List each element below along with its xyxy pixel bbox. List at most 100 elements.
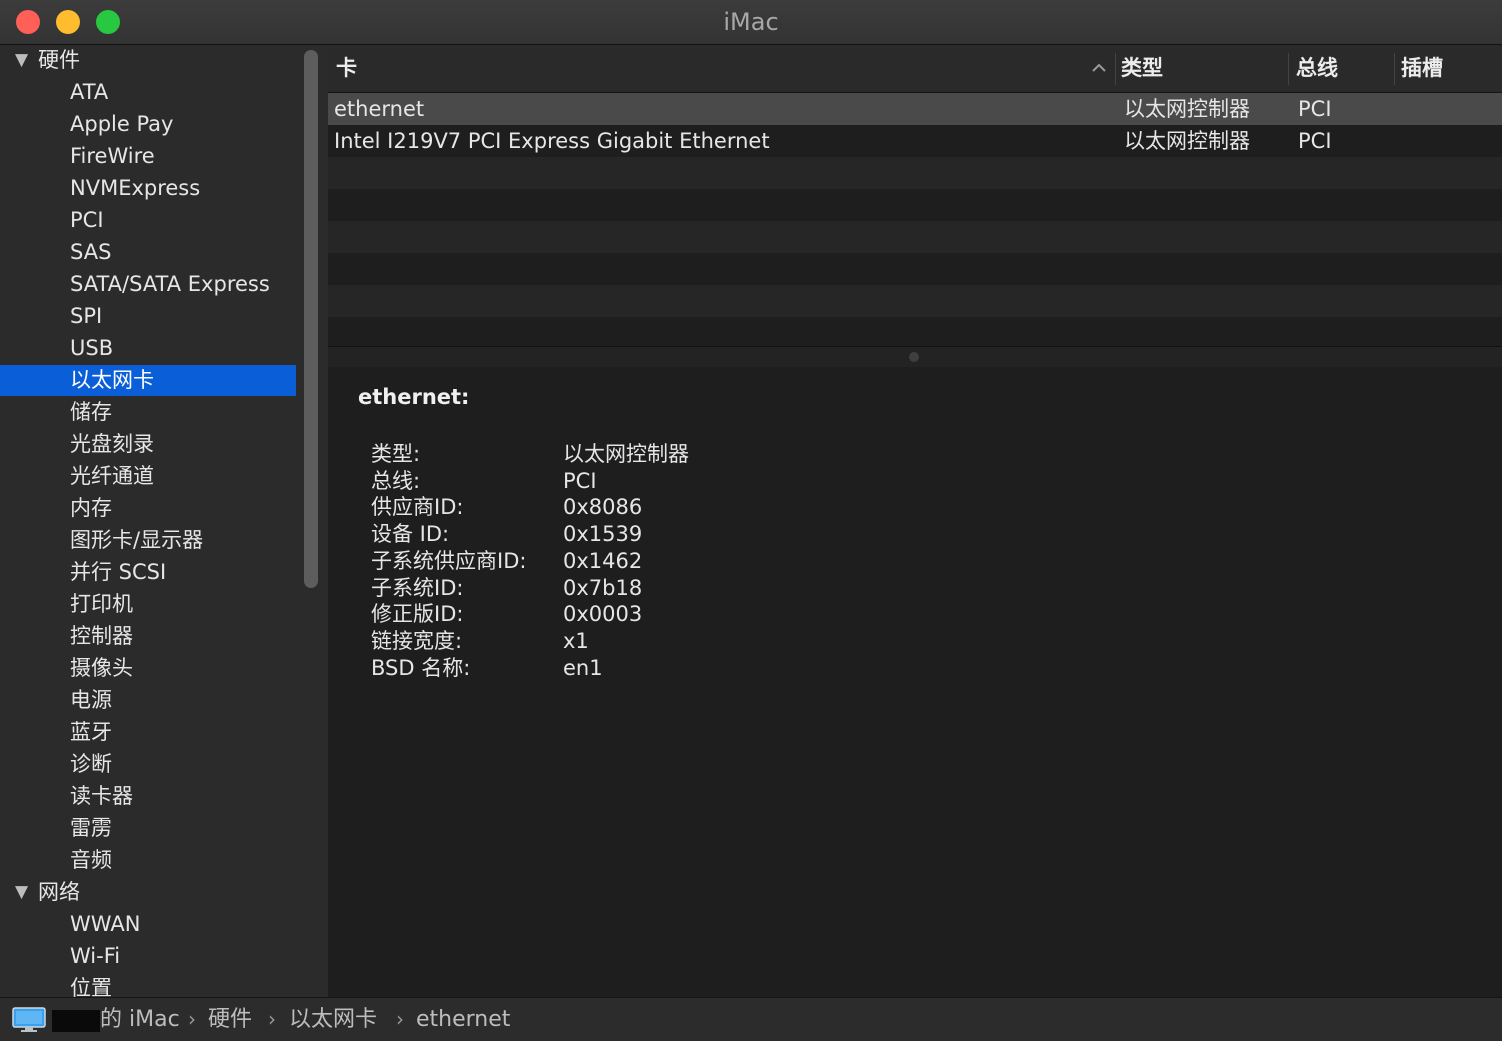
sidebar-item-label: USB <box>70 336 114 360</box>
table-header: 卡 类型 总线 插槽 <box>328 45 1502 93</box>
sidebar-item[interactable]: 光纤通道 <box>0 461 296 492</box>
split-handle-icon[interactable] <box>909 352 919 362</box>
sidebar-item[interactable]: NVMExpress <box>0 173 296 204</box>
sidebar-item[interactable]: Apple Pay <box>0 109 296 140</box>
sidebar-item[interactable]: 以太网卡 <box>0 365 296 396</box>
sidebar-item-label: 雷雳 <box>70 816 112 840</box>
sidebar-item[interactable]: 并行 SCSI <box>0 557 296 588</box>
sidebar-item[interactable]: SPI <box>0 301 296 332</box>
sidebar-item[interactable]: 储存 <box>0 397 296 428</box>
sidebar-item-label: 图形卡/显示器 <box>70 528 204 552</box>
path-item[interactable]: 以太网卡 <box>289 998 377 1041</box>
sidebar-section-label: 网络 <box>38 880 80 904</box>
sidebar-item[interactable]: ATA <box>0 77 296 108</box>
disclosure-triangle-icon[interactable]: ▼ <box>15 45 28 76</box>
sidebar-item[interactable]: 电源 <box>0 685 296 716</box>
table-row[interactable]: ethernet 以太网控制器 PCI <box>328 93 1502 125</box>
sidebar-item-label: 位置 <box>70 976 112 997</box>
cell-type: 以太网控制器 <box>1124 97 1250 121</box>
empty-row <box>328 253 1502 285</box>
path-item[interactable]: ethernet <box>416 998 510 1041</box>
empty-row <box>328 317 1502 347</box>
detail-value: 0x0003 <box>563 602 643 627</box>
sidebar-item-label: 以太网卡 <box>70 368 154 392</box>
sidebar-item-label: PCI <box>70 208 104 232</box>
sidebar-item[interactable]: Wi-Fi <box>0 941 296 972</box>
sidebar-item-label: Apple Pay <box>70 112 174 136</box>
detail-value: 0x1539 <box>563 522 643 547</box>
empty-row <box>328 157 1502 189</box>
sidebar-item-label: 并行 SCSI <box>70 560 167 584</box>
detail-key: 总线: <box>371 468 421 493</box>
sidebar-item-label: 诊断 <box>70 752 112 776</box>
sidebar-item-label: 储存 <box>70 400 112 424</box>
sidebar: ▼ 硬件 ATA Apple Pay FireWire NVMExpress PCI SAS S… <box>0 45 296 997</box>
sidebar-item[interactable]: 摄像头 <box>0 653 296 684</box>
sidebar-item-label: SATA/SATA Express <box>70 272 270 296</box>
path-item[interactable]: 硬件 <box>208 998 252 1041</box>
sidebar-item-label: Wi-Fi <box>70 944 121 968</box>
sidebar-item-label: SAS <box>70 240 112 264</box>
empty-row <box>328 221 1502 253</box>
sidebar-item[interactable]: WWAN <box>0 909 296 940</box>
sidebar-item[interactable]: 图形卡/显示器 <box>0 525 296 556</box>
sidebar-item[interactable]: 读卡器 <box>0 781 296 812</box>
detail-key: BSD 名称: <box>371 655 471 680</box>
sidebar-section-1[interactable]: ▼ 网络 <box>0 877 296 908</box>
sidebar-item[interactable]: 诊断 <box>0 749 296 780</box>
sidebar-item[interactable]: 雷雳 <box>0 813 296 844</box>
path-item[interactable]: 的 iMac <box>100 998 180 1041</box>
sidebar-item[interactable]: SAS <box>0 237 296 268</box>
sidebar-item-label: 蓝牙 <box>70 720 112 744</box>
detail-key: 设备 ID: <box>371 522 450 547</box>
sidebar-item-label: 读卡器 <box>70 784 133 808</box>
sort-ascending-icon[interactable] <box>1090 59 1108 77</box>
sidebar-item-label: 音频 <box>70 848 112 872</box>
sidebar-item[interactable]: FireWire <box>0 141 296 172</box>
column-header-slot[interactable]: 插槽 <box>1401 45 1443 92</box>
sidebar-item[interactable]: USB <box>0 333 296 364</box>
detail-value: 以太网控制器 <box>563 442 689 466</box>
sidebar-item[interactable]: 蓝牙 <box>0 717 296 748</box>
path-separator-icon: › <box>268 1007 276 1031</box>
table-row[interactable]: Intel I219V7 PCI Express Gigabit Etherne… <box>328 125 1502 157</box>
split-divider[interactable] <box>328 346 1502 368</box>
device-table: 卡 类型 总线 插槽 ethernet 以太网控制器 PCI Intel I219V7… <box>328 45 1502 347</box>
cell-card: Intel I219V7 PCI Express Gigabit Etherne… <box>334 129 770 153</box>
detail-value: x1 <box>563 628 589 653</box>
sidebar-scroll-thumb[interactable] <box>304 50 318 588</box>
sidebar-item-label: 打印机 <box>70 592 133 616</box>
column-header-bus[interactable]: 总线 <box>1296 45 1338 92</box>
sidebar-item[interactable]: 打印机 <box>0 589 296 620</box>
sidebar-item[interactable]: 音频 <box>0 845 296 876</box>
sidebar-item[interactable]: SATA/SATA Express <box>0 269 296 300</box>
detail-value: 0x8086 <box>563 495 643 520</box>
cell-card: ethernet <box>334 97 425 121</box>
sidebar-item-label: 控制器 <box>70 624 133 648</box>
sidebar-item[interactable]: 光盘刻录 <box>0 429 296 460</box>
sidebar-section-0[interactable]: ▼ 硬件 <box>0 45 296 76</box>
sidebar-item-label: WWAN <box>70 912 141 936</box>
column-header-card[interactable]: 卡 <box>336 45 357 92</box>
sidebar-item[interactable]: 内存 <box>0 493 296 524</box>
sidebar-item-label: SPI <box>70 304 103 328</box>
path-separator-icon: › <box>396 1007 404 1031</box>
cell-bus: PCI <box>1298 97 1332 121</box>
detail-value: 0x1462 <box>563 548 643 573</box>
sidebar-item[interactable]: 控制器 <box>0 621 296 652</box>
sidebar-item-label: 电源 <box>70 688 112 712</box>
sidebar-item[interactable]: 位置 <box>0 973 296 997</box>
path-separator-icon: › <box>188 1007 196 1031</box>
detail-value: en1 <box>563 655 603 680</box>
imac-icon <box>12 1007 46 1032</box>
cell-bus: PCI <box>1298 129 1332 153</box>
column-header-type[interactable]: 类型 <box>1121 45 1163 92</box>
sidebar-item[interactable]: PCI <box>0 205 296 236</box>
detail-key: 供应商ID: <box>371 495 464 520</box>
detail-value: 0x7b18 <box>563 575 643 600</box>
cell-type: 以太网控制器 <box>1124 129 1250 153</box>
sidebar-item-label: 光纤通道 <box>70 464 154 488</box>
disclosure-triangle-icon[interactable]: ▼ <box>15 877 28 908</box>
sidebar-item-label: NVMExpress <box>70 176 201 200</box>
path-bar: 的 iMac › 硬件 › 以太网卡 › ethernet <box>0 997 1502 1041</box>
